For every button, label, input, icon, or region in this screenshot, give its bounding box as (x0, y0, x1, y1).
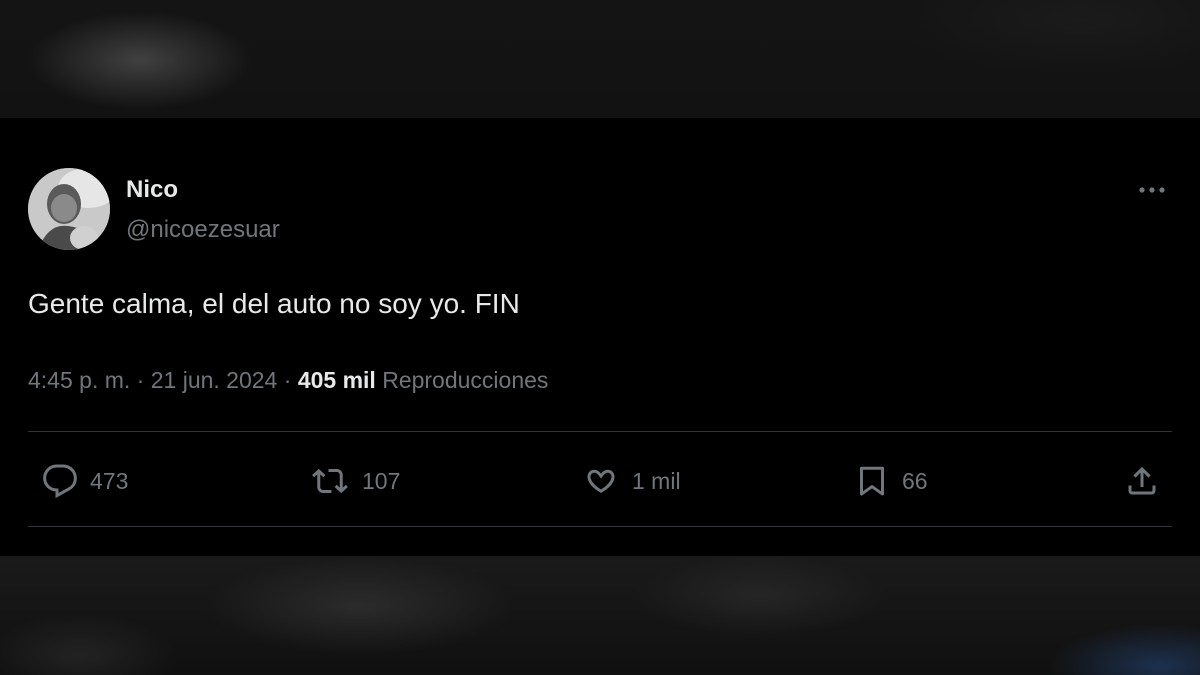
bookmark-count: 66 (902, 467, 928, 494)
reply-button[interactable]: 473 (40, 463, 128, 499)
reply-count: 473 (90, 467, 129, 494)
author-handle[interactable]: @nicoezesuar (126, 216, 280, 244)
share-icon (1128, 466, 1156, 495)
blurred-background (0, 556, 1200, 675)
like-button[interactable]: 1 mil (580, 463, 681, 499)
author-name[interactable]: Nico (126, 176, 178, 204)
meta-separator: · (136, 367, 145, 393)
heart-icon (587, 469, 615, 494)
divider (28, 431, 1172, 432)
like-count: 1 mil (632, 467, 681, 494)
repost-button[interactable]: 107 (308, 463, 400, 499)
avatar[interactable] (28, 168, 110, 250)
screenshot-frame: Nico @nicoezesuar Gente calma, el del au… (0, 0, 1200, 675)
bookmark-icon (860, 466, 884, 496)
more-dots-icon[interactable] (1134, 178, 1174, 202)
views-label[interactable]: Reproducciones (382, 367, 548, 393)
repost-icon (312, 468, 348, 494)
tweet-card: Nico @nicoezesuar Gente calma, el del au… (0, 118, 1200, 556)
reply-icon (43, 464, 77, 499)
bookmark-button[interactable]: 66 (852, 463, 928, 499)
repost-count: 107 (362, 467, 401, 494)
tweet-text: Gente calma, el del auto no soy yo. FIN (28, 288, 520, 319)
divider (28, 526, 1172, 527)
meta-separator: · (283, 367, 292, 393)
tweet-date[interactable]: 21 jun. 2024 (151, 367, 278, 393)
tweet-meta: 4:45 p. m. · 21 jun. 2024 · 405 mil Repr… (28, 367, 548, 394)
tweet-time[interactable]: 4:45 p. m. (28, 367, 130, 393)
share-button[interactable] (1122, 463, 1162, 504)
views-count[interactable]: 405 mil (298, 367, 376, 393)
